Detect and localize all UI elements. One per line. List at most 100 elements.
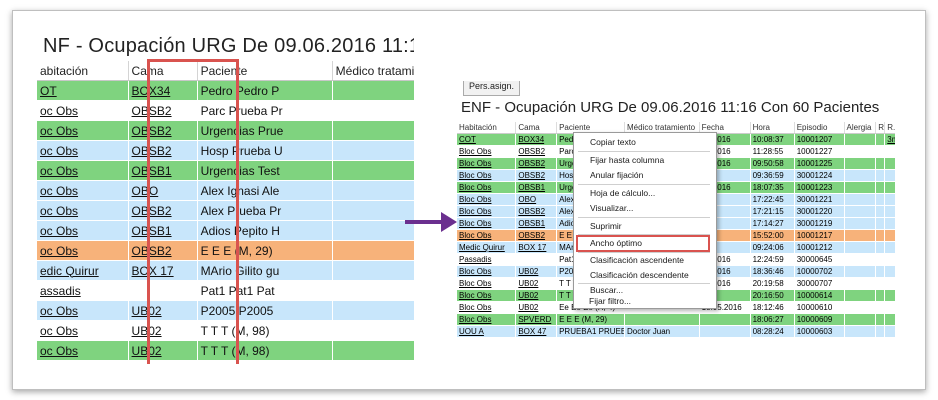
table-cell[interactable]	[884, 181, 895, 194]
table-cell[interactable]: Medic Quirur	[457, 241, 517, 254]
table-cell[interactable]: oc Obs	[37, 240, 129, 261]
toolbar-button-pers-asign[interactable]: Pers.asign.	[463, 81, 521, 96]
menu-item-buscar[interactable]: Buscar...	[590, 285, 623, 295]
table-cell[interactable]: UB02	[515, 289, 558, 302]
table-cell[interactable]: OBSB1	[515, 217, 558, 230]
table-cell[interactable]: oc Obs	[37, 220, 129, 241]
table-row[interactable]: oc Obs UB02 T T T (M, 98)	[37, 340, 414, 361]
table-cell[interactable]	[884, 229, 895, 242]
table-cell[interactable]: Passadis	[457, 253, 517, 266]
table-cell[interactable]: OBSB2	[515, 205, 558, 218]
table-cell[interactable]	[515, 253, 558, 266]
menu-item-visualizar[interactable]: Visualizar...	[590, 203, 633, 213]
table-cell[interactable]: UB02	[128, 340, 198, 361]
table-cell[interactable]: OT	[37, 80, 129, 101]
table-row[interactable]: oc Obs OBSB2 Hosp Prueba U	[37, 140, 414, 161]
table-cell[interactable]: Bloc Obs	[457, 217, 517, 230]
menu-item-ancho-optimo[interactable]: Ancho óptimo	[590, 238, 642, 248]
table-cell[interactable]: oc Obs	[37, 340, 129, 361]
table-cell[interactable]	[884, 253, 895, 266]
table-cell[interactable]: Bloc Obs	[457, 145, 517, 158]
column-header[interactable]: Paciente	[197, 61, 333, 81]
table-cell[interactable]: oc Obs	[37, 160, 129, 181]
table-cell[interactable]: Bloc Obs	[457, 265, 517, 278]
table-cell[interactable]	[884, 145, 895, 158]
table-cell[interactable]: Bloc Obs	[457, 229, 517, 242]
table-row[interactable]: oc ObsOBSB2Parc Prueba Pr03.06.2016	[37, 100, 414, 121]
table-cell[interactable]: OBSB1	[515, 181, 558, 194]
table-row[interactable]: UOU A BOX 47 PRUEBA1 PRUEB Doctor Juan 08:28…	[457, 325, 895, 338]
table-row[interactable]: OTBOX34Pedro Pedro P08.06.2016	[37, 80, 414, 101]
column-header[interactable]: Cama	[128, 61, 198, 81]
column-header[interactable]: abitación	[37, 61, 129, 81]
table-cell[interactable]: OBSB2	[515, 169, 558, 182]
menu-item-fijar-hasta-columna[interactable]: Fijar hasta columna	[590, 155, 664, 165]
table-cell[interactable]: 3m	[884, 133, 895, 146]
table-row[interactable]: assadisPat1 Pat1 Pat27.05.2016	[37, 280, 414, 301]
column-header[interactable]: Hora	[750, 122, 795, 134]
table-cell[interactable]: oc Obs	[37, 180, 129, 201]
menu-item-hoja-de-calculo[interactable]: Hoja de cálculo...	[590, 188, 655, 198]
menu-item-fijar-filtro[interactable]: Fijar filtro...	[589, 296, 631, 306]
table-cell[interactable]: oc Obs	[37, 100, 129, 121]
table-cell[interactable]	[884, 265, 895, 278]
table-cell[interactable]: edic Quirur	[37, 260, 129, 281]
table-cell[interactable]: Bloc Obs	[457, 205, 517, 218]
table-cell[interactable]: Bloc Obs	[457, 157, 517, 170]
table-row[interactable]: Bloc Obs SPVERD E E E (M, 29) 18:06:27 10000…	[457, 313, 895, 326]
table-cell[interactable]: BOX 17	[128, 260, 198, 281]
table-cell[interactable]: OBO	[515, 193, 558, 206]
table-cell[interactable]: OBSB1	[128, 160, 198, 181]
table-row[interactable]: oc Obs OBSB1 Adios Pepito H	[37, 220, 414, 241]
table-cell[interactable]: OBSB2	[515, 145, 558, 158]
table-cell[interactable]: BOX34	[515, 133, 558, 146]
column-header[interactable]: Cama	[515, 122, 558, 134]
column-header[interactable]: Habitación	[457, 122, 517, 134]
table-cell[interactable]	[884, 217, 895, 230]
table-cell[interactable]: UB02	[515, 301, 558, 314]
table-cell[interactable]: UOU A	[457, 325, 517, 338]
table-cell[interactable]: OBSB2	[128, 100, 198, 121]
table-cell[interactable]	[884, 241, 895, 254]
table-cell[interactable]	[128, 280, 198, 301]
table-cell[interactable]: Bloc Obs	[457, 277, 517, 290]
table-cell[interactable]: UB02	[128, 360, 198, 364]
table-cell[interactable]: OBO	[128, 180, 198, 201]
table-cell[interactable]: oc Obs	[37, 200, 129, 221]
table-cell[interactable]: OBSB1	[128, 220, 198, 241]
table-cell[interactable]	[884, 325, 895, 338]
table-row[interactable]: edic Quirur BOX 17 MArio Gilito gu	[37, 260, 414, 281]
menu-item-clasificacion-ascendente[interactable]: Clasificación ascendente	[590, 255, 684, 265]
table-cell[interactable]: oc Obs	[37, 140, 129, 161]
menu-item-suprimir[interactable]: Suprimir	[590, 221, 622, 231]
table-cell[interactable]	[884, 193, 895, 206]
table-row[interactable]: oc Obs OBO Alex Ignasi Ale	[37, 180, 414, 201]
table-cell[interactable]: UB02	[128, 300, 198, 321]
table-cell[interactable]: UB02	[515, 277, 558, 290]
table-cell[interactable]: Bloc Obs	[457, 193, 517, 206]
table-cell[interactable]	[884, 157, 895, 170]
table-cell[interactable]: Bloc Obs	[457, 181, 517, 194]
table-cell[interactable]	[884, 169, 895, 182]
table-cell[interactable]: OBSB2	[128, 240, 198, 261]
table-cell[interactable]: BOX 47	[515, 325, 558, 338]
table-cell[interactable]: assadis	[37, 280, 129, 301]
table-cell[interactable]: SPVERD	[515, 313, 558, 326]
menu-item-anular-fijacion[interactable]: Anular fijación	[590, 170, 643, 180]
table-cell[interactable]	[884, 313, 895, 326]
table-cell[interactable]: Bloc Obs	[457, 169, 517, 182]
table-row[interactable]: oc ObsUB02T T T (M, 98)19.05.2016	[37, 320, 414, 341]
column-header[interactable]: Médico tratamiento	[332, 61, 414, 81]
column-header[interactable]: R.Visita	[884, 122, 895, 134]
table-cell[interactable]	[884, 301, 895, 314]
table-cell[interactable]	[884, 289, 895, 302]
table-row[interactable]: oc Obs OBSB2 E E E (M, 29)	[37, 240, 414, 261]
table-cell[interactable]	[884, 277, 895, 290]
table-cell[interactable]: COT	[457, 133, 517, 146]
table-cell[interactable]: OBSB2	[128, 140, 198, 161]
menu-item-clasificacion-descendente[interactable]: Clasificación descendente	[590, 270, 689, 280]
column-header[interactable]: R	[875, 122, 886, 134]
table-row[interactable]: oc ObsUB02P2005 P200520.05.2016	[37, 300, 414, 321]
table-cell[interactable]: OBSB2	[128, 120, 198, 141]
table-row[interactable]: oc ObsUB02Ee Ee Ee (H, 4)18.05.2016	[37, 360, 414, 364]
